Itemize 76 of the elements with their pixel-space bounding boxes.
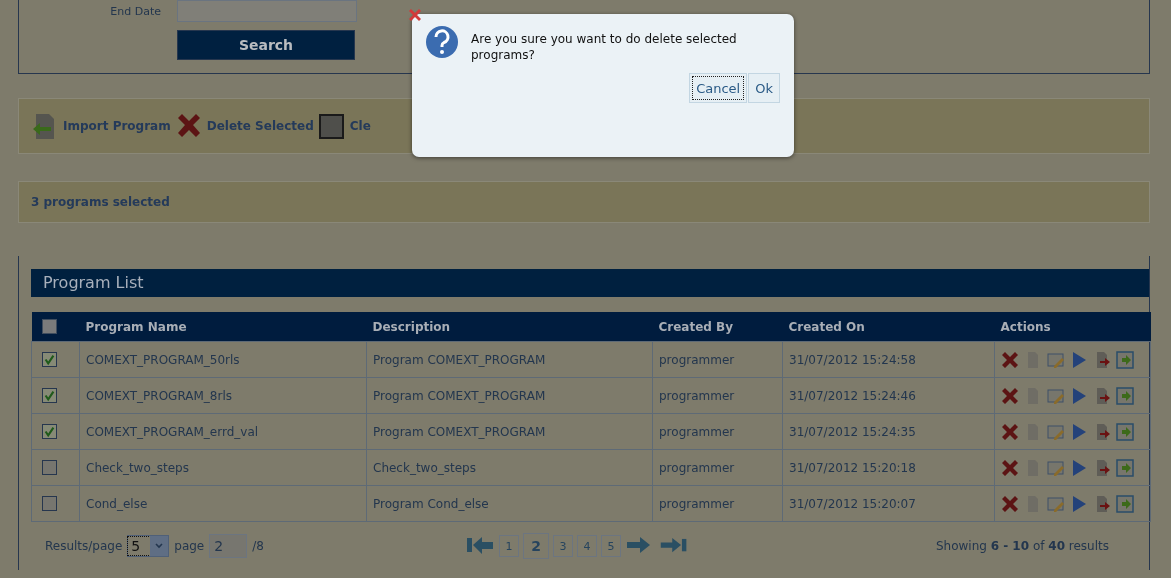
question-icon [425,25,459,59]
edit-icon[interactable] [1047,422,1065,441]
page-link[interactable]: 1 [499,535,519,557]
play-icon[interactable] [1070,386,1088,405]
page-link[interactable]: 5 [601,535,621,557]
close-icon[interactable] [408,8,422,22]
play-icon[interactable] [1070,422,1088,441]
dialog-button[interactable]: Ok [748,73,780,103]
play-icon[interactable] [1070,350,1088,369]
table-cell: COMEXT_PROGRAM_8rls [79,377,367,414]
toolbar-link[interactable]: Delete Selected [206,119,314,133]
page-link[interactable]: 2 [523,533,549,559]
import-icon[interactable] [1116,350,1134,369]
table-cell: 31/07/2012 15:24:58 [782,341,995,378]
table-cell: Check_two_steps [79,449,367,486]
play-icon[interactable] [1070,494,1088,513]
table-cell: 31/07/2012 15:20:18 [782,449,995,486]
table-cell: Cond_else [79,485,367,522]
edit-icon[interactable] [1047,350,1065,369]
delete-icon[interactable] [1001,458,1019,477]
column-header: Description [366,312,653,342]
import-icon[interactable] [1116,494,1134,513]
table-cell: programmer [652,341,783,378]
import-icon[interactable] [1116,386,1134,405]
table-cell: programmer [652,485,783,522]
import-icon[interactable] [1116,458,1134,477]
table-cell: programmer [652,413,783,450]
page-link[interactable]: 4 [577,535,597,557]
row-checkbox[interactable] [42,352,57,367]
row-checkbox[interactable] [42,424,57,439]
column-header: Actions [994,312,1151,342]
row-checkbox[interactable] [42,460,57,475]
page-total: /8 [252,539,264,553]
row-checkbox[interactable] [42,388,57,403]
column-header: Program Name [79,312,367,342]
page-label: page [174,539,205,553]
table-cell: Program Cond_else [366,485,653,522]
table-cell: COMEXT_PROGRAM_50rls [79,341,367,378]
column-header: Created By [652,312,783,342]
delete-icon[interactable] [1001,386,1019,405]
table-cell: programmer [652,377,783,414]
table-cell: programmer [652,449,783,486]
delete-icon[interactable] [1001,422,1019,441]
dialog-button[interactable]: Cancel [689,73,748,103]
select-all-checkbox[interactable] [41,319,57,334]
caret-icon [154,541,165,551]
toolbar-link[interactable]: Cle [349,119,371,133]
table-cell: 31/07/2012 15:20:07 [782,485,995,522]
table-cell: 31/07/2012 15:24:46 [782,377,995,414]
table-cell: Check_two_steps [366,449,653,486]
table-cell: Program COMEXT_PROGRAM [366,413,653,450]
results-per-page-label: Results/page [45,539,123,553]
delete-icon[interactable] [1001,350,1019,369]
edit-icon[interactable] [1047,458,1065,477]
search-button[interactable]: Search [177,30,355,60]
page-link[interactable]: 3 [553,535,573,557]
play-icon[interactable] [1070,458,1088,477]
results-per-page-select[interactable]: 5 [127,535,170,557]
table-cell: 31/07/2012 15:24:35 [782,413,995,450]
toolbar-link[interactable]: Import Program [63,119,171,133]
panel-title: Program List [31,269,1149,297]
dialog-message: Are you sure you want to do delete selected programs? [471,31,738,63]
table-cell: Program COMEXT_PROGRAM [366,377,653,414]
end-date-label: End Date [109,5,161,17]
edit-icon[interactable] [1047,386,1065,405]
import-icon[interactable] [1116,422,1134,441]
table-cell: COMEXT_PROGRAM_errd_val [79,413,367,450]
results-summary: Showing 6 - 10 of 40 results [935,539,1109,553]
edit-icon[interactable] [1047,494,1065,513]
checkbox-icon[interactable] [317,112,346,140]
selection-status: 3 programs selected [31,195,170,209]
delete-icon[interactable] [1001,494,1019,513]
column-header: Created On [782,312,995,342]
page-number-field[interactable]: 2 [209,534,248,558]
row-checkbox[interactable] [42,496,57,511]
table-cell: Program COMEXT_PROGRAM [366,341,653,378]
